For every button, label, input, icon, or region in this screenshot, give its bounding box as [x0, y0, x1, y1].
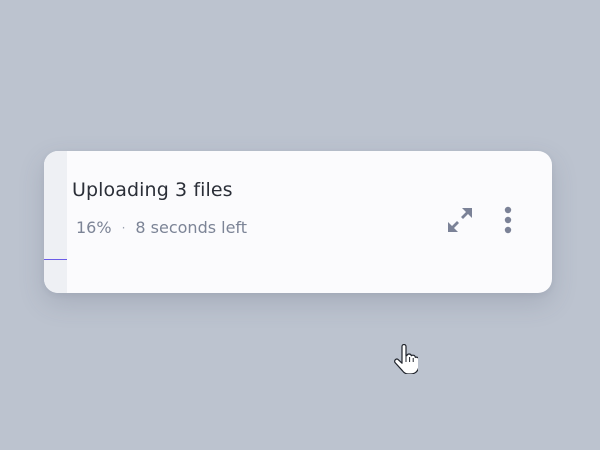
status-separator: ·: [121, 220, 126, 235]
time-remaining: 8 seconds left: [135, 218, 248, 237]
progress-fill: [44, 151, 67, 293]
expand-button[interactable]: [442, 202, 478, 238]
upload-title: Uploading 3 files: [72, 179, 233, 201]
expand-arrows-icon: [448, 208, 472, 232]
progress-bar: [44, 259, 67, 260]
more-vertical-icon: [504, 206, 512, 234]
upload-status: 16% · 8 seconds left: [76, 218, 247, 237]
upload-percent: 16%: [76, 218, 112, 237]
upload-progress-card: Uploading 3 files 16% · 8 seconds left: [44, 151, 552, 293]
hand-cursor-icon: [394, 344, 418, 374]
more-options-button[interactable]: [490, 202, 526, 238]
